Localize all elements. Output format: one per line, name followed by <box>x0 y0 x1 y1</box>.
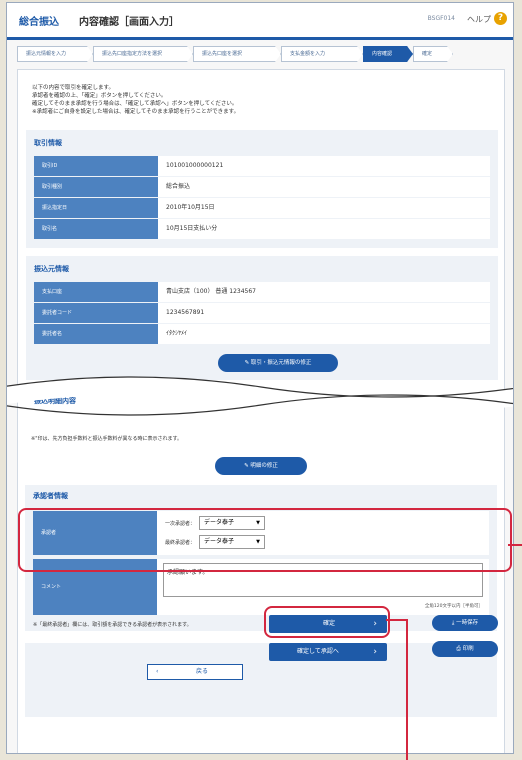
help-link[interactable]: ヘルプ <box>467 14 491 25</box>
row-value: 1234567891 <box>158 303 490 323</box>
intro-text: 以下の内容で取引を確定します。 承認者を確認の上、「確定」ボタンを押してください… <box>32 84 239 116</box>
source-section: 振込元情報 支払口座 青山支店（100） 普通 1234567 委託者コード 1… <box>26 256 498 380</box>
step-5-current: 内容確認 <box>363 46 413 62</box>
intro-line: 確定してそのまま承認を行う場合は、「確定して承認へ」ボタンを押してください。 <box>32 101 238 107</box>
section-title: 承認者情報 <box>33 492 68 500</box>
back-button[interactable]: ‹ 戻る <box>147 664 243 680</box>
button-label: 取引・振込元情報の修正 <box>250 360 312 366</box>
row-value: 10月15日支払い分 <box>158 219 490 239</box>
row-value: 総合振込 <box>158 177 490 197</box>
confirm-callout-line <box>386 619 408 621</box>
page-title: 内容確認［画面入力］ <box>79 17 179 28</box>
category-label: 総合振込 <box>19 17 59 28</box>
row-key: 支払口座 <box>34 282 158 302</box>
confirm-highlight-box <box>264 606 390 638</box>
table-row: 委託者名 ｲﾀｸｼﾔﾒｲ <box>34 324 490 344</box>
table-row: 委託者コード 1234567891 <box>34 303 490 323</box>
button-label: 印刷 <box>462 646 474 652</box>
print-button[interactable]: ⎙ 印刷 <box>432 641 498 657</box>
section-title: 振込元情報 <box>34 265 69 273</box>
step-2: 振込先口座指定方法を選択 <box>93 46 193 62</box>
char-limit-hint: 全角120文字以内［半角可］ <box>424 604 483 609</box>
table-row: 支払口座 青山支店（100） 普通 1234567 <box>34 282 490 302</box>
chevron-right-icon: › <box>373 647 377 657</box>
intro-line: 以下の内容で取引を確定します。 <box>32 85 114 91</box>
app-frame: 総合振込 内容確認［画面入力］ BSGF014 ヘルプ ? 振込元情報を入力 振… <box>6 2 514 754</box>
step-1: 振込元情報を入力 <box>17 46 93 62</box>
approver-footnote: ※「最終承認者」欄には、取引額を承認できる承認者が表示されます。 <box>33 622 192 628</box>
table-row: 取引名 10月15日支払い分 <box>34 219 490 239</box>
step-3: 振込先口座を選択 <box>193 46 281 62</box>
save-draft-button[interactable]: ⤓ 一時保存 <box>432 615 498 631</box>
step-6: 確定 <box>413 46 453 62</box>
table-row: 取引種別 総合振込 <box>34 177 490 197</box>
page-break-wave <box>7 376 513 416</box>
button-label: 確定して承認へ <box>297 648 339 655</box>
intro-line: 承認者を確認の上、「確定」ボタンを押してください。 <box>32 93 167 99</box>
help-icon[interactable]: ? <box>494 12 507 25</box>
screen-code: BSGF014 <box>427 15 455 22</box>
button-label: 一時保存 <box>456 620 479 626</box>
row-key: 振込指定日 <box>34 198 158 218</box>
button-label: 戻る <box>196 668 209 675</box>
confirm-callout-line-vertical <box>406 619 408 760</box>
header-bar: 総合振込 内容確認［画面入力］ BSGF014 ヘルプ ? <box>7 3 513 40</box>
section-title: 取引情報 <box>34 139 62 147</box>
row-value: 101001000000121 <box>158 156 490 176</box>
button-label: 明細の修正 <box>250 463 278 469</box>
transaction-section: 取引情報 取引ID 101001000000121 取引種別 総合振込 振込指定… <box>26 130 498 248</box>
row-key: 委託者名 <box>34 324 158 344</box>
row-value: 2010年10月15日 <box>158 198 490 218</box>
row-key: 取引種別 <box>34 177 158 197</box>
edit-source-button[interactable]: ✎ 取引・振込元情報の修正 <box>218 354 338 372</box>
row-key: 取引ID <box>34 156 158 176</box>
step-4: 支払金額を入力 <box>281 46 363 62</box>
action-area <box>25 643 497 717</box>
table-row: 取引ID 101001000000121 <box>34 156 490 176</box>
approver-callout-line <box>508 544 522 546</box>
progress-steps: 振込元情報を入力 振込先口座指定方法を選択 振込先口座を選択 支払金額を入力 内… <box>17 46 505 62</box>
row-value: ｲﾀｸｼﾔﾒｲ <box>158 324 490 344</box>
row-key: 取引名 <box>34 219 158 239</box>
edit-details-button[interactable]: ✎ 明細の修正 <box>215 457 307 475</box>
table-row: 振込指定日 2010年10月15日 <box>34 198 490 218</box>
chevron-left-icon: ‹ <box>156 668 159 675</box>
details-note: ※"印は、先方負担手数料と振込手数料が異なる時に表示されます。 <box>31 436 182 442</box>
row-value: 青山支店（100） 普通 1234567 <box>158 282 490 302</box>
intro-line: ※承認者にご自身を設定した場合は、確定してそのまま承認を行うことができます。 <box>32 109 240 115</box>
row-key: 委託者コード <box>34 303 158 323</box>
approver-highlight-box <box>18 508 512 572</box>
confirm-and-approve-button[interactable]: 確定して承認へ › <box>269 643 387 661</box>
